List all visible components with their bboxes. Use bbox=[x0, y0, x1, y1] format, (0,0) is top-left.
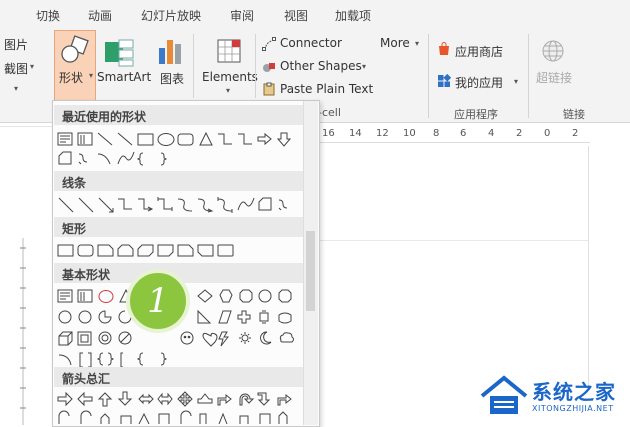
tab-transitions[interactable]: 切换 bbox=[36, 7, 60, 24]
horizontal-ruler: 16 14 12 10 8 6 4 2 0 2 bbox=[318, 126, 590, 143]
ruler-label: 10 bbox=[403, 128, 416, 139]
category-basic-shapes: 基本形状 bbox=[54, 263, 318, 283]
screenshot-dropdown-icon[interactable]: ▾ bbox=[30, 62, 34, 71]
tab-review[interactable]: 审阅 bbox=[230, 7, 254, 24]
elements-button-label[interactable]: Elements bbox=[202, 70, 258, 84]
block-arrows-row[interactable] bbox=[57, 410, 297, 424]
step-number: 1 bbox=[147, 281, 169, 321]
watermark: 系统之家 XITONGZHIJIA.NET bbox=[478, 374, 624, 420]
shapes-dropdown-icon: ▾ bbox=[89, 71, 94, 80]
ruler-label: 8 bbox=[433, 128, 440, 139]
connector-button[interactable]: Connector bbox=[280, 36, 342, 50]
block-arrows-row[interactable] bbox=[57, 391, 297, 409]
shapes-button[interactable]: 形状 ▾ bbox=[54, 30, 96, 102]
category-lines: 线条 bbox=[54, 171, 318, 191]
watermark-url: XITONGZHIJIA.NET bbox=[532, 404, 614, 413]
cell-group-label: -cell bbox=[318, 106, 341, 119]
panel-scrollbar[interactable] bbox=[303, 101, 318, 425]
separator bbox=[528, 34, 529, 118]
ruler-label: 14 bbox=[349, 128, 362, 139]
hyperlink-button[interactable]: 超链接 bbox=[536, 69, 572, 86]
elements-icon[interactable] bbox=[216, 38, 242, 66]
paste-plain-text-button[interactable]: Paste Plain Text bbox=[280, 82, 373, 96]
ruler-label: 4 bbox=[488, 128, 495, 139]
rectangles-row[interactable] bbox=[57, 242, 257, 260]
chart-button-label[interactable]: 图表 bbox=[160, 70, 184, 87]
chart-icon[interactable] bbox=[158, 38, 184, 66]
house-logo-icon bbox=[480, 375, 528, 414]
store-icon bbox=[439, 42, 449, 55]
globe-icon[interactable] bbox=[540, 38, 566, 64]
apps-group-label: 应用程序 bbox=[454, 108, 498, 121]
ruler-label: 16 bbox=[322, 128, 335, 139]
shapes-button-label: 形状 bbox=[59, 71, 84, 85]
pictures-button-label[interactable]: 图片 bbox=[4, 36, 28, 53]
screenshot-button-label[interactable]: 截图 bbox=[4, 60, 28, 77]
slide-border bbox=[588, 146, 589, 386]
separator bbox=[193, 34, 194, 98]
smartart-icon[interactable] bbox=[103, 38, 137, 68]
thumbnail-pane-divider bbox=[0, 126, 52, 127]
tab-view[interactable]: 视图 bbox=[284, 7, 308, 24]
other-shapes-icon bbox=[263, 63, 275, 72]
chevron-down-icon[interactable]: ▾ bbox=[14, 84, 18, 93]
shapes-gallery-panel: 最近使用的形状 线条 矩形 基本形状 箭头总汇 bbox=[52, 100, 320, 427]
slide-guide bbox=[318, 240, 589, 241]
links-group-label: 链接 bbox=[563, 108, 585, 121]
app-store-button[interactable]: 应用商店 bbox=[455, 43, 503, 60]
scrollbar-thumb[interactable] bbox=[306, 231, 315, 311]
other-shapes-dropdown-icon[interactable]: ▾ bbox=[362, 62, 366, 71]
elements-dropdown-icon[interactable]: ▾ bbox=[226, 86, 230, 95]
more-dropdown-icon[interactable]: ▾ bbox=[415, 39, 419, 48]
ruler-label: 6 bbox=[460, 128, 467, 139]
tab-strip: 切换 动画 幻灯片放映 审阅 视图 加载项 bbox=[0, 0, 630, 30]
ruler-label: 0 bbox=[544, 128, 551, 139]
separator bbox=[428, 34, 429, 118]
my-apps-icon bbox=[438, 74, 451, 87]
my-apps-dropdown-icon[interactable]: ▾ bbox=[514, 77, 518, 86]
separator bbox=[255, 34, 256, 98]
step-number-badge: 1 bbox=[126, 269, 190, 333]
paste-icon bbox=[263, 82, 275, 96]
watermark-title: 系统之家 bbox=[532, 380, 616, 404]
connector-icon bbox=[262, 37, 276, 51]
ruler-label: 2 bbox=[572, 128, 579, 139]
more-button[interactable]: More bbox=[380, 36, 410, 50]
other-shapes-button[interactable]: Other Shapes bbox=[280, 59, 362, 73]
recent-shapes-row[interactable] bbox=[57, 131, 297, 149]
my-apps-button[interactable]: 我的应用 bbox=[455, 74, 503, 91]
vertical-ruler bbox=[20, 238, 26, 425]
tab-slideshow[interactable]: 幻灯片放映 bbox=[141, 7, 201, 24]
tab-animations[interactable]: 动画 bbox=[88, 7, 112, 24]
basic-shapes-row[interactable] bbox=[57, 330, 297, 348]
shapes-icon bbox=[61, 35, 89, 63]
category-rectangles: 矩形 bbox=[54, 217, 318, 237]
recent-shapes-row[interactable] bbox=[57, 150, 177, 168]
smartart-button-label[interactable]: SmartArt bbox=[97, 70, 151, 84]
tab-addins[interactable]: 加载项 bbox=[335, 7, 371, 24]
lines-row[interactable] bbox=[57, 196, 297, 214]
ruler-label: 2 bbox=[516, 128, 523, 139]
category-recent-shapes: 最近使用的形状 bbox=[54, 105, 318, 125]
ruler-label: 12 bbox=[376, 128, 389, 139]
category-block-arrows: 箭头总汇 bbox=[54, 367, 318, 387]
